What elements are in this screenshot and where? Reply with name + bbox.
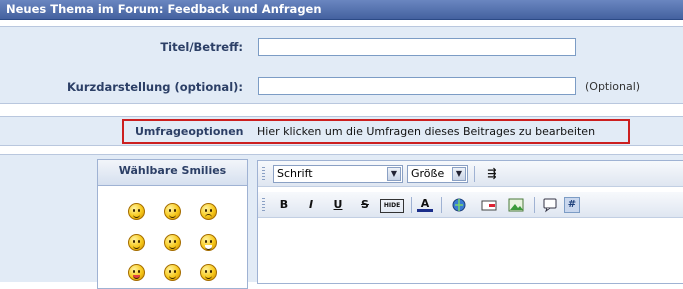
title-label: Titel/Betreff: [160,40,243,54]
toolbar-divider [474,166,475,182]
frown-smiley-icon[interactable] [200,203,217,220]
toolbar-grip[interactable] [262,167,265,181]
insert-email-icon[interactable] [481,197,497,213]
wink-smiley-icon[interactable] [128,203,145,220]
smilies-panel: Wählbare Smilies [97,159,248,289]
cool-smiley-icon[interactable] [164,203,181,220]
toolbar-grip[interactable] [262,198,265,212]
size-select-value: Größe [411,167,445,180]
summary-input[interactable] [258,77,576,95]
tongue-smiley-icon[interactable] [128,264,145,281]
text-color-button[interactable]: A [417,197,433,212]
chevron-down-icon: ▼ [452,167,466,181]
poll-options-link[interactable]: Umfrageoptionen Hier klicken um die Umfr… [122,119,630,144]
biggrin-smiley-icon[interactable] [200,234,217,251]
editor-area: Wählbare Smilies Schrift ▼ Größe ▼ ⇶ B I… [0,154,683,289]
format-toolbar-bottom: B I U S HIDE A # [258,192,683,218]
toolbar-divider [441,197,442,213]
format-toolbar-top: Schrift ▼ Größe ▼ ⇶ [258,161,683,187]
quote-icon[interactable] [542,197,558,213]
post-form: Titel/Betreff: Kurzdarstellung (optional… [0,26,683,104]
summary-hint: (Optional) [585,80,641,93]
strike-button[interactable]: S [357,197,373,213]
font-select-value: Schrift [277,167,313,180]
page-header: Neues Thema im Forum: Feedback und Anfra… [0,0,683,20]
summary-label: Kurzdarstellung (optional): [66,80,243,94]
poll-options-title: Umfrageoptionen [135,125,244,138]
smilies-heading: Wählbare Smilies [98,160,247,186]
confused-smiley-icon[interactable] [164,234,181,251]
smile-smiley-icon[interactable] [128,234,145,251]
mad-smiley-icon[interactable] [164,264,181,281]
underline-button[interactable]: U [330,197,346,213]
message-editor: Schrift ▼ Größe ▼ ⇶ B I U S HIDE A # [257,160,683,284]
indent-icon[interactable]: ⇶ [484,166,500,182]
insert-link-icon[interactable] [451,197,467,213]
code-icon[interactable]: # [564,197,580,213]
page-title: Neues Thema im Forum: Feedback und Anfra… [6,2,322,16]
italic-button[interactable]: I [303,197,319,213]
insert-image-icon[interactable] [508,197,524,213]
poll-options-text[interactable]: Hier klicken um die Umfragen dieses Beit… [257,125,595,138]
poll-options-row: Umfrageoptionen Hier klicken um die Umfr… [0,116,683,146]
chevron-down-icon: ▼ [387,167,401,181]
rolleyes-smiley-icon[interactable] [200,264,217,281]
hide-button[interactable]: HIDE [380,199,404,213]
toolbar-divider [534,197,535,213]
title-input[interactable] [258,38,576,56]
size-select[interactable]: Größe ▼ [407,165,468,183]
font-select[interactable]: Schrift ▼ [273,165,403,183]
toolbar-divider [411,197,412,213]
bold-button[interactable]: B [276,197,292,213]
